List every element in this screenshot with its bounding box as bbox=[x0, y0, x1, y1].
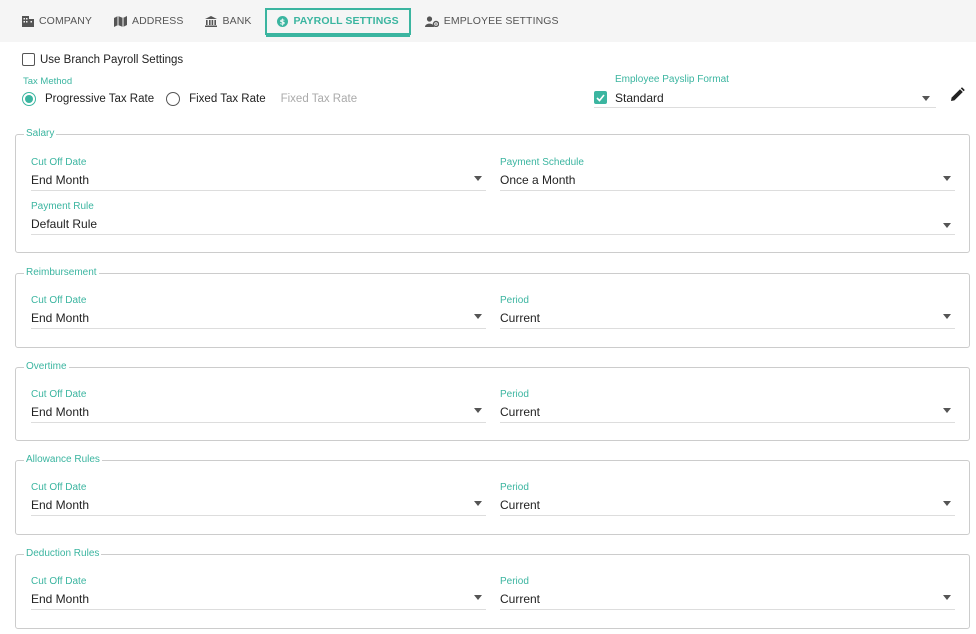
use-branch-row: Use Branch Payroll Settings bbox=[22, 53, 183, 66]
overtime-cutoff-select[interactable]: Cut Off Date End Month bbox=[31, 389, 486, 429]
section-title: Reimbursement bbox=[24, 267, 99, 278]
chevron-down-icon bbox=[943, 408, 951, 413]
underline bbox=[500, 190, 955, 191]
check-icon bbox=[596, 93, 605, 102]
tab-bank[interactable]: BANK bbox=[197, 7, 259, 35]
field-label: Period bbox=[500, 389, 529, 400]
tab-bar: COMPANY ADDRESS BANK $ PAYROLL SETTINGS … bbox=[0, 0, 976, 42]
field-label: Payment Rule bbox=[31, 201, 94, 212]
field-label: Period bbox=[500, 482, 529, 493]
user-gear-icon bbox=[424, 15, 439, 27]
edit-pencil-icon[interactable] bbox=[949, 87, 965, 103]
field-value: End Month bbox=[31, 405, 90, 419]
field-label: Cut Off Date bbox=[31, 157, 87, 168]
underline bbox=[31, 515, 486, 516]
field-label: Period bbox=[500, 295, 529, 306]
field-label: Cut Off Date bbox=[31, 295, 87, 306]
chevron-down-icon bbox=[474, 314, 482, 319]
deduction-period-select[interactable]: Period Current bbox=[500, 576, 955, 616]
tab-label: EMPLOYEE SETTINGS bbox=[443, 15, 559, 27]
fixed-tax-radio[interactable] bbox=[166, 92, 181, 106]
tab-label: PAYROLL SETTINGS bbox=[293, 15, 399, 27]
field-value: Current bbox=[500, 498, 541, 512]
progressive-tax-label: Progressive Tax Rate bbox=[45, 93, 155, 105]
tax-method-label: Tax Method bbox=[23, 76, 73, 87]
building-icon bbox=[22, 15, 34, 27]
chevron-down-icon bbox=[943, 501, 951, 506]
deduction-section: Deduction Rules Cut Off Date End Month P… bbox=[15, 548, 970, 629]
bank-icon bbox=[205, 15, 218, 27]
svg-text:$: $ bbox=[280, 17, 286, 26]
reimbursement-cutoff-select[interactable]: Cut Off Date End Month bbox=[31, 295, 486, 335]
field-value: End Month bbox=[31, 592, 90, 606]
field-value: Default Rule bbox=[31, 217, 98, 231]
field-label: Cut Off Date bbox=[31, 576, 87, 587]
underline bbox=[31, 234, 955, 235]
underline bbox=[500, 609, 955, 610]
overtime-period-select[interactable]: Period Current bbox=[500, 389, 955, 429]
tab-label: COMPANY bbox=[39, 15, 93, 27]
tab-address[interactable]: ADDRESS bbox=[106, 7, 191, 35]
field-value: Current bbox=[500, 592, 541, 606]
section-title: Deduction Rules bbox=[24, 548, 102, 559]
overtime-section: Overtime Cut Off Date End Month Period C… bbox=[15, 361, 970, 441]
field-label: Cut Off Date bbox=[31, 389, 87, 400]
underline bbox=[31, 609, 486, 610]
use-branch-label: Use Branch Payroll Settings bbox=[40, 53, 184, 66]
progressive-tax-radio[interactable] bbox=[22, 92, 36, 106]
allowance-section: Allowance Rules Cut Off Date End Month P… bbox=[15, 454, 970, 535]
salary-cutoff-select[interactable]: Cut Off Date End Month bbox=[31, 157, 486, 197]
payslip-format-label: Employee Payslip Format bbox=[615, 74, 729, 85]
underline bbox=[31, 328, 486, 329]
field-value: End Month bbox=[31, 311, 90, 325]
fixed-tax-rate-input[interactable]: Fixed Tax Rate bbox=[281, 93, 358, 105]
dollar-icon: $ bbox=[277, 15, 289, 27]
field-label: Cut Off Date bbox=[31, 482, 87, 493]
chevron-down-icon bbox=[474, 595, 482, 600]
allowance-period-select[interactable]: Period Current bbox=[500, 482, 955, 522]
tab-label: BANK bbox=[222, 15, 252, 27]
reimbursement-period-select[interactable]: Period Current bbox=[500, 295, 955, 335]
payslip-checkbox[interactable] bbox=[594, 91, 607, 104]
salary-section: Salary Cut Off Date End Month Payment Sc… bbox=[15, 128, 970, 253]
field-label: Payment Schedule bbox=[500, 157, 584, 168]
field-label: Period bbox=[500, 576, 529, 587]
chevron-down-icon bbox=[943, 223, 951, 228]
payslip-format-value: Standard bbox=[615, 91, 664, 105]
tab-payroll-settings[interactable]: $ PAYROLL SETTINGS bbox=[265, 7, 411, 35]
tab-company[interactable]: COMPANY bbox=[14, 7, 100, 35]
map-icon bbox=[114, 15, 128, 27]
underline bbox=[500, 328, 955, 329]
payment-schedule-select[interactable]: Payment Schedule Once a Month bbox=[500, 157, 955, 197]
field-value: End Month bbox=[31, 498, 90, 512]
use-branch-checkbox[interactable] bbox=[22, 53, 35, 66]
field-value: Current bbox=[500, 311, 541, 325]
chevron-down-icon bbox=[474, 176, 482, 181]
field-value: Current bbox=[500, 405, 541, 419]
reimbursement-section: Reimbursement Cut Off Date End Month Per… bbox=[15, 267, 970, 348]
underline bbox=[31, 422, 486, 423]
tab-label: ADDRESS bbox=[132, 15, 184, 27]
chevron-down-icon bbox=[474, 501, 482, 506]
section-title: Salary bbox=[24, 128, 57, 139]
allowance-cutoff-select[interactable]: Cut Off Date End Month bbox=[31, 482, 486, 522]
underline bbox=[31, 190, 486, 191]
tab-employee-settings[interactable]: EMPLOYEE SETTINGS bbox=[417, 7, 567, 35]
payment-rule-select[interactable]: Payment Rule Default Rule bbox=[31, 201, 955, 241]
payslip-format-select[interactable]: Standard bbox=[594, 90, 936, 108]
field-value: Once a Month bbox=[500, 173, 576, 187]
fixed-tax-label: Fixed Tax Rate bbox=[189, 93, 266, 105]
deduction-cutoff-select[interactable]: Cut Off Date End Month bbox=[31, 576, 486, 616]
underline bbox=[500, 422, 955, 423]
tax-method-group: Progressive Tax Rate Fixed Tax Rate Fixe… bbox=[22, 92, 357, 106]
section-title: Overtime bbox=[24, 361, 69, 372]
section-title: Allowance Rules bbox=[24, 454, 102, 465]
underline bbox=[500, 515, 955, 516]
chevron-down-icon bbox=[943, 595, 951, 600]
chevron-down-icon bbox=[943, 176, 951, 181]
chevron-down-icon bbox=[943, 314, 951, 319]
chevron-down-icon bbox=[474, 408, 482, 413]
chevron-down-icon bbox=[922, 96, 930, 101]
field-value: End Month bbox=[31, 173, 90, 187]
